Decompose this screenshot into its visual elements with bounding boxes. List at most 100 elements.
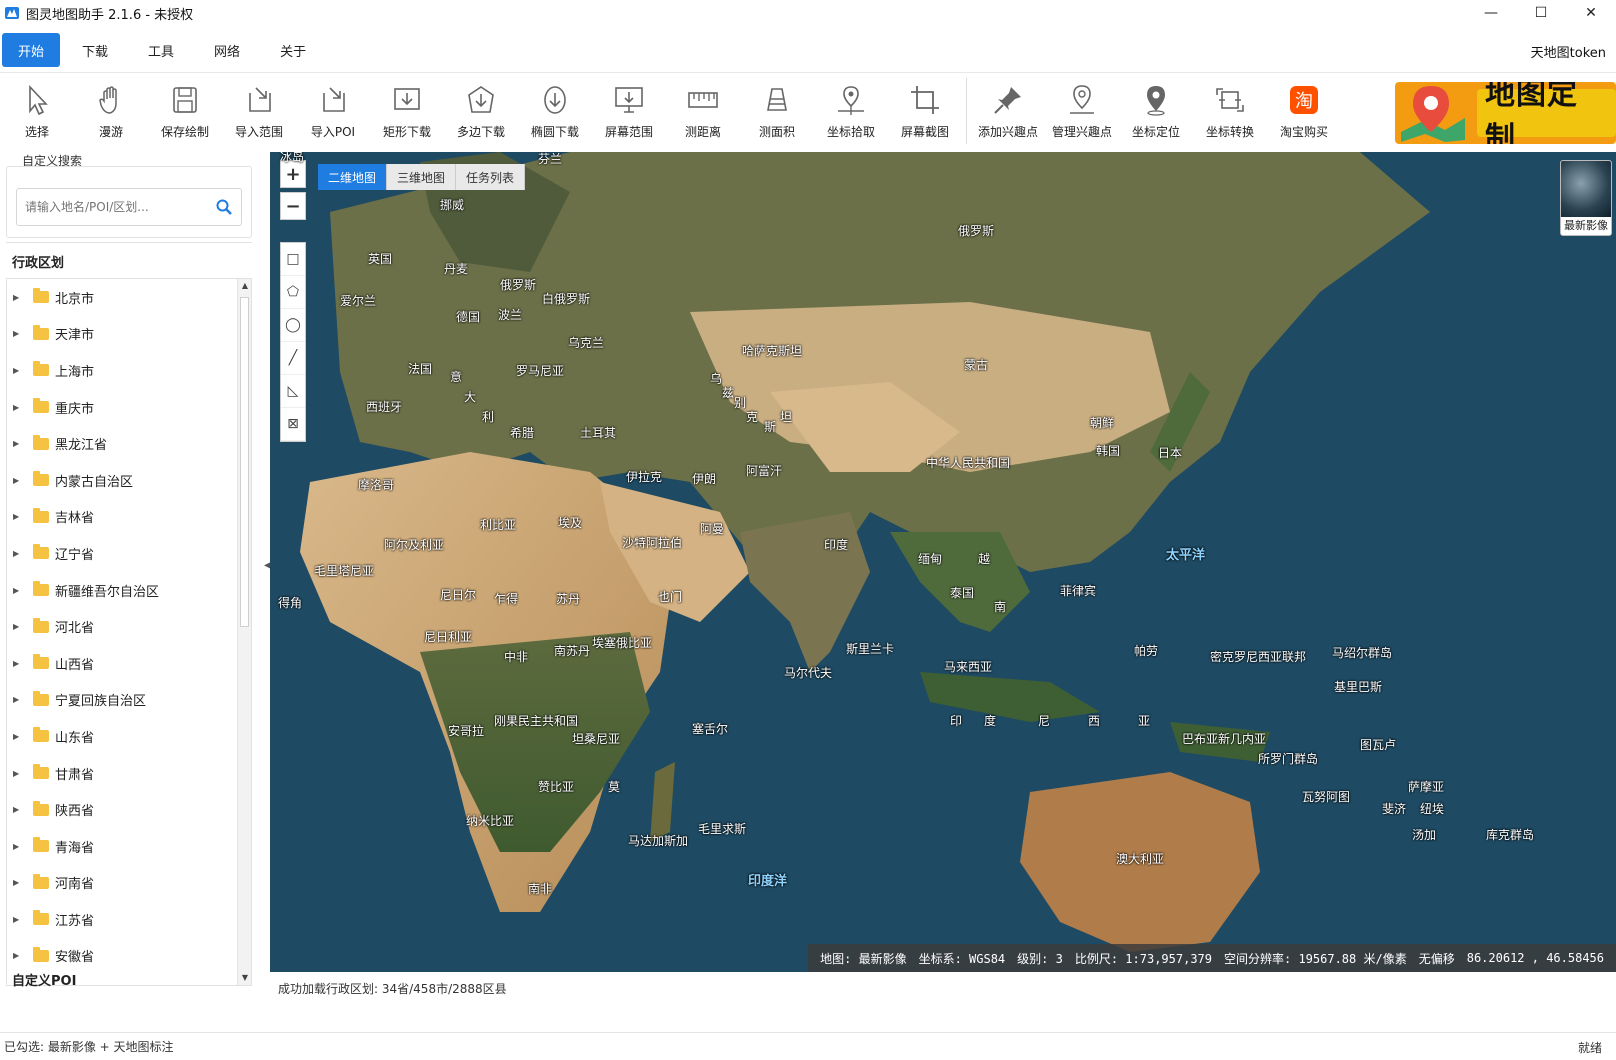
expand-caret-icon[interactable]: ▶: [13, 695, 23, 704]
expand-caret-icon[interactable]: ▶: [13, 476, 23, 485]
scroll-down-arrow[interactable]: ▼: [238, 971, 251, 985]
tree-item-province[interactable]: ▶ 河北省: [7, 608, 251, 645]
map-view[interactable]: 二维地图 三维地图 任务列表 + − □ ⬠ ◯ ╱ ◺ ⊠ 最新影像 冰岛 芬兰…: [270, 152, 1616, 972]
expand-caret-icon[interactable]: ▶: [13, 366, 23, 375]
locate-coordinate-button[interactable]: 坐标定位: [1119, 73, 1193, 149]
map-place-label: 俄罗斯: [500, 278, 537, 292]
expand-caret-icon[interactable]: ▶: [13, 512, 23, 521]
map-place-label: 罗马尼亚: [516, 364, 565, 378]
clear-drawing-icon[interactable]: ⊠: [281, 408, 305, 441]
scroll-up-arrow[interactable]: ▲: [238, 279, 251, 293]
search-box[interactable]: [16, 188, 242, 226]
import-poi-button[interactable]: 导入POI: [296, 73, 370, 149]
tab-start[interactable]: 开始: [2, 33, 61, 67]
tree-item-province[interactable]: ▶ 宁夏回族自治区: [7, 682, 251, 719]
pan-tool-button[interactable]: 漫游: [74, 73, 148, 149]
tab-about[interactable]: 关于: [262, 33, 324, 67]
map-place-label: 西: [1088, 714, 1101, 728]
tab-task-list[interactable]: 任务列表: [456, 164, 526, 190]
tree-item-province[interactable]: ▶ 黑龙江省: [7, 425, 251, 462]
tree-item-province[interactable]: ▶ 北京市: [7, 279, 251, 316]
maximize-button[interactable]: ☐: [1516, 0, 1566, 26]
expand-caret-icon[interactable]: ▶: [13, 293, 23, 302]
tool-label: 保存绘制: [160, 125, 209, 139]
convert-coordinate-button[interactable]: 坐标转换: [1193, 73, 1267, 149]
tree-scrollbar[interactable]: ▲ ▼: [237, 279, 251, 985]
save-drawing-button[interactable]: 保存绘制: [148, 73, 222, 149]
close-button[interactable]: ✕: [1566, 0, 1616, 26]
screen-range-button[interactable]: 屏幕范围: [592, 73, 666, 149]
tree-item-province[interactable]: ▶ 甘肃省: [7, 755, 251, 792]
tree-item-province[interactable]: ▶ 山东省: [7, 718, 251, 755]
pick-coordinate-button[interactable]: 坐标拾取: [814, 73, 888, 149]
tab-tools[interactable]: 工具: [130, 33, 192, 67]
folder-icon: [33, 581, 49, 597]
manage-poi-button[interactable]: 管理兴趣点: [1045, 73, 1119, 149]
expand-caret-icon[interactable]: ▶: [13, 805, 23, 814]
measure-area-button[interactable]: 测面积: [740, 73, 814, 149]
map-place-label: 爱尔兰: [340, 294, 377, 308]
tree-item-province[interactable]: ▶ 青海省: [7, 828, 251, 865]
draw-ellipse-icon[interactable]: ◯: [281, 309, 305, 342]
map-place-label: 埃塞俄比亚: [592, 636, 653, 650]
expand-caret-icon[interactable]: ▶: [13, 549, 23, 558]
tree-item-province[interactable]: ▶ 天津市: [7, 316, 251, 353]
expand-caret-icon[interactable]: ▶: [13, 622, 23, 631]
tree-item-province[interactable]: ▶ 山西省: [7, 645, 251, 682]
scroll-thumb[interactable]: [240, 297, 249, 627]
rect-download-button[interactable]: 矩形下载: [370, 73, 444, 149]
tree-item-province[interactable]: ▶ 辽宁省: [7, 535, 251, 572]
map-place-label: 南非: [528, 882, 553, 896]
tree-item-province[interactable]: ▶ 内蒙古自治区: [7, 462, 251, 499]
expand-caret-icon[interactable]: ▶: [13, 732, 23, 741]
layer-switcher[interactable]: 最新影像: [1560, 160, 1612, 236]
tree-item-province[interactable]: ▶ 新疆维吾尔自治区: [7, 572, 251, 609]
expand-caret-icon[interactable]: ▶: [13, 659, 23, 668]
tree-item-province[interactable]: ▶ 吉林省: [7, 499, 251, 536]
map-custom-banner[interactable]: 地图定制: [1395, 82, 1616, 144]
tree-item-province[interactable]: ▶ 安徽省: [7, 938, 251, 975]
map-place-label: 阿富汗: [746, 464, 783, 478]
tab-2d-map[interactable]: 二维地图: [318, 164, 388, 190]
tool-label: 矩形下载: [382, 125, 431, 139]
measure-distance-button[interactable]: 测距离: [666, 73, 740, 149]
draw-polygon-icon[interactable]: ⬠: [281, 276, 305, 309]
tab-3d-map[interactable]: 三维地图: [387, 164, 457, 190]
ellipse-download-button[interactable]: 椭圆下载: [518, 73, 592, 149]
draw-rectangle-icon[interactable]: □: [281, 243, 305, 276]
map-place-label: 韩国: [1096, 444, 1121, 458]
expand-caret-icon[interactable]: ▶: [13, 878, 23, 887]
screenshot-button[interactable]: 屏幕截图: [888, 73, 962, 149]
expand-caret-icon[interactable]: ▶: [13, 439, 23, 448]
map-offset: 无偏移: [1418, 951, 1455, 966]
province-label: 上海市: [55, 364, 95, 380]
tianditu-token-link[interactable]: 天地图token: [1531, 42, 1606, 61]
select-tool-button[interactable]: 选择: [0, 73, 74, 149]
tree-item-province[interactable]: ▶ 陕西省: [7, 791, 251, 828]
expand-caret-icon[interactable]: ▶: [13, 403, 23, 412]
zoom-out-button[interactable]: −: [280, 192, 306, 220]
add-poi-button[interactable]: 添加兴趣点: [971, 73, 1045, 149]
polygon-download-button[interactable]: 多边下载: [444, 73, 518, 149]
measure-angle-icon[interactable]: ◺: [281, 375, 305, 408]
province-label: 辽宁省: [55, 547, 95, 563]
search-icon[interactable]: [215, 198, 233, 216]
tree-item-province[interactable]: ▶ 江苏省: [7, 901, 251, 938]
expand-caret-icon[interactable]: ▶: [13, 951, 23, 960]
tree-item-province[interactable]: ▶ 河南省: [7, 865, 251, 902]
measure-line-icon[interactable]: ╱: [281, 342, 305, 375]
import-range-button[interactable]: 导入范围: [222, 73, 296, 149]
search-input[interactable]: [25, 200, 215, 214]
tree-item-province[interactable]: ▶ 重庆市: [7, 389, 251, 426]
taobao-buy-button[interactable]: 淘 淘宝购买: [1267, 73, 1341, 149]
expand-caret-icon[interactable]: ▶: [13, 329, 23, 338]
tab-download[interactable]: 下载: [64, 33, 126, 67]
expand-caret-icon[interactable]: ▶: [13, 842, 23, 851]
expand-caret-icon[interactable]: ▶: [13, 586, 23, 595]
tab-network[interactable]: 网络: [196, 33, 258, 67]
expand-caret-icon[interactable]: ▶: [13, 769, 23, 778]
tree-item-province[interactable]: ▶ 上海市: [7, 352, 251, 389]
province-label: 甘肃省: [55, 767, 95, 783]
expand-caret-icon[interactable]: ▶: [13, 915, 23, 924]
minimize-button[interactable]: —: [1466, 0, 1516, 26]
